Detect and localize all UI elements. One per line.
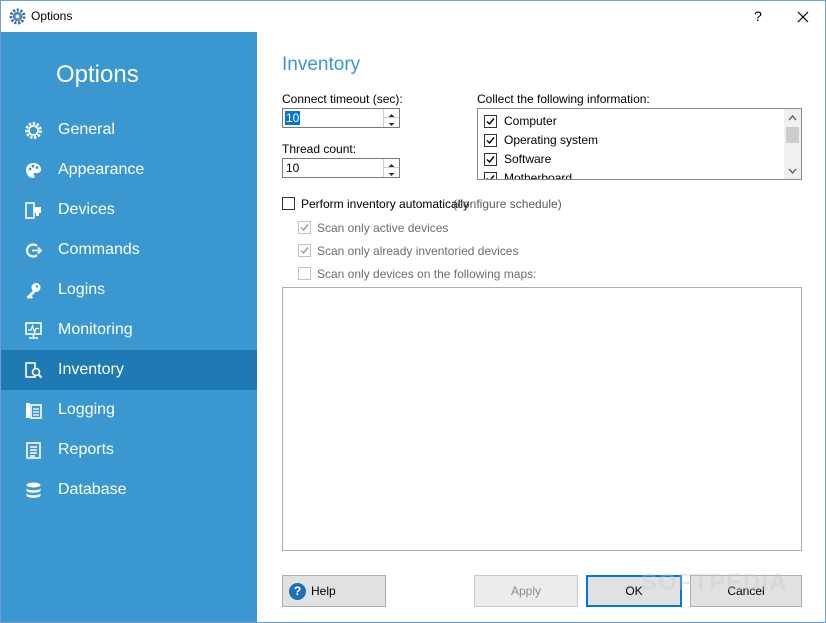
spinner-down-button[interactable] xyxy=(384,168,399,177)
help-icon: ? xyxy=(289,583,306,600)
spinner-buttons xyxy=(383,109,399,127)
collect-listbox[interactable]: Computer Operating system Software Mothe… xyxy=(477,108,802,180)
list-item-label: Operating system xyxy=(504,133,599,147)
help-title-button[interactable]: ? xyxy=(743,4,773,29)
scan-active-row: Scan only active devices xyxy=(298,221,558,237)
scrollbar-thumb[interactable] xyxy=(786,127,799,143)
auto-inventory-row: Perform inventory automatically (configu… xyxy=(282,197,582,213)
sidebar-nav: General Appearance Devices Commands Logi… xyxy=(1,110,257,510)
checkmark-icon xyxy=(486,118,495,126)
devices-icon xyxy=(25,202,41,219)
checkmark-icon xyxy=(486,175,495,179)
maps-list[interactable] xyxy=(282,287,802,551)
gear-icon xyxy=(25,122,42,139)
spinner-up-button[interactable] xyxy=(384,109,399,118)
checkbox[interactable] xyxy=(484,172,497,179)
auto-inventory-checkbox[interactable] xyxy=(282,197,295,210)
sidebar-item-reports[interactable]: Reports xyxy=(1,430,257,470)
checkmark-icon xyxy=(486,156,495,164)
checkmark-icon xyxy=(486,137,495,145)
checkmark-icon xyxy=(300,247,309,255)
commands-icon xyxy=(25,243,43,258)
scan-inventoried-label: Scan only already inventoried devices xyxy=(317,244,519,258)
sidebar-item-commands[interactable]: Commands xyxy=(1,230,257,270)
sidebar-title: Options xyxy=(56,61,139,88)
spinner-up-button[interactable] xyxy=(384,159,399,168)
spinner-down-button[interactable] xyxy=(384,118,399,127)
close-button[interactable] xyxy=(788,4,818,29)
database-icon xyxy=(26,482,41,498)
page-title: Inventory xyxy=(282,54,361,75)
auto-inventory-label[interactable]: Perform inventory automatically xyxy=(301,197,469,211)
sidebar-item-logins[interactable]: Logins xyxy=(1,270,257,310)
help-button-label: Help xyxy=(311,584,336,598)
watermark: SOFTPEDIA xyxy=(641,569,788,596)
thread-count-value[interactable]: 10 xyxy=(285,161,300,175)
arrow-down-icon xyxy=(388,173,395,176)
sidebar: Options General Appearance Devices Comma… xyxy=(1,32,257,622)
reports-icon xyxy=(26,442,41,459)
list-item[interactable]: Motherboard xyxy=(484,171,774,180)
scan-inventoried-row: Scan only already inventoried devices xyxy=(298,244,558,260)
sidebar-item-label: Monitoring xyxy=(58,321,133,338)
list-item-label: Computer xyxy=(504,114,557,128)
configure-schedule-link[interactable]: (configure schedule) xyxy=(453,197,562,211)
thread-count-spinner[interactable]: 10 xyxy=(282,158,400,178)
scan-inventoried-checkbox[interactable] xyxy=(298,244,311,257)
checkbox[interactable] xyxy=(484,115,497,128)
scan-maps-checkbox[interactable] xyxy=(298,267,311,280)
scan-active-checkbox[interactable] xyxy=(298,221,311,234)
scan-maps-row: Scan only devices on the following maps: xyxy=(298,267,558,283)
scroll-down-icon[interactable] xyxy=(784,164,801,178)
sidebar-item-appearance[interactable]: Appearance xyxy=(1,150,257,190)
checkbox[interactable] xyxy=(484,153,497,166)
spinner-buttons xyxy=(383,159,399,177)
sidebar-item-database[interactable]: Database xyxy=(1,470,257,510)
list-item[interactable]: Software xyxy=(484,152,774,169)
sidebar-item-label: Devices xyxy=(58,201,115,218)
sidebar-item-logging[interactable]: Logging xyxy=(1,390,257,430)
listbox-scrollbar[interactable] xyxy=(784,109,801,179)
title-bar: Options ? xyxy=(1,1,825,32)
scroll-up-icon[interactable] xyxy=(784,111,801,125)
sidebar-item-label: Database xyxy=(58,481,127,498)
help-button[interactable]: ? Help xyxy=(282,575,386,607)
list-item[interactable]: Computer xyxy=(484,114,774,131)
sidebar-item-label: Logins xyxy=(58,281,106,298)
apply-button[interactable]: Apply xyxy=(474,575,578,607)
arrow-down-icon xyxy=(388,123,395,126)
logging-icon xyxy=(26,403,42,419)
collect-label: Collect the following information: xyxy=(477,92,650,106)
sidebar-item-label: Commands xyxy=(58,241,140,258)
inventory-panel: Inventory Connect timeout (sec): 10 Thre… xyxy=(258,32,825,622)
list-item-label: Software xyxy=(504,152,552,166)
sidebar-item-general[interactable]: General xyxy=(1,110,257,150)
palette-icon xyxy=(26,163,41,178)
sidebar-item-devices[interactable]: Devices xyxy=(1,190,257,230)
inventory-search-icon xyxy=(25,362,43,379)
scan-active-label: Scan only active devices xyxy=(317,221,449,235)
thread-count-label: Thread count: xyxy=(282,142,357,156)
options-window: Options ? Options General Appearance Dev… xyxy=(0,0,826,623)
sidebar-item-label: General xyxy=(58,121,115,138)
close-icon xyxy=(797,11,809,23)
monitor-icon xyxy=(25,322,42,339)
sidebar-item-label: Reports xyxy=(58,441,115,458)
sidebar-item-label: Inventory xyxy=(58,361,124,378)
list-item-label: Motherboard xyxy=(504,171,573,180)
connect-timeout-label: Connect timeout (sec): xyxy=(282,92,403,106)
gear-icon xyxy=(9,8,26,25)
connect-timeout-spinner[interactable]: 10 xyxy=(282,108,400,128)
checkbox[interactable] xyxy=(484,134,497,147)
checkmark-icon xyxy=(300,224,309,232)
sidebar-item-label: Appearance xyxy=(58,161,145,178)
scan-maps-label: Scan only devices on the following maps: xyxy=(317,267,537,281)
key-icon xyxy=(26,283,41,299)
sidebar-item-inventory[interactable]: Inventory xyxy=(1,350,257,390)
window-title: Options xyxy=(31,9,73,23)
sidebar-item-monitoring[interactable]: Monitoring xyxy=(1,310,257,350)
list-item[interactable]: Operating system xyxy=(484,133,774,150)
connect-timeout-value[interactable]: 10 xyxy=(285,111,301,125)
sidebar-item-label: Logging xyxy=(58,401,115,418)
